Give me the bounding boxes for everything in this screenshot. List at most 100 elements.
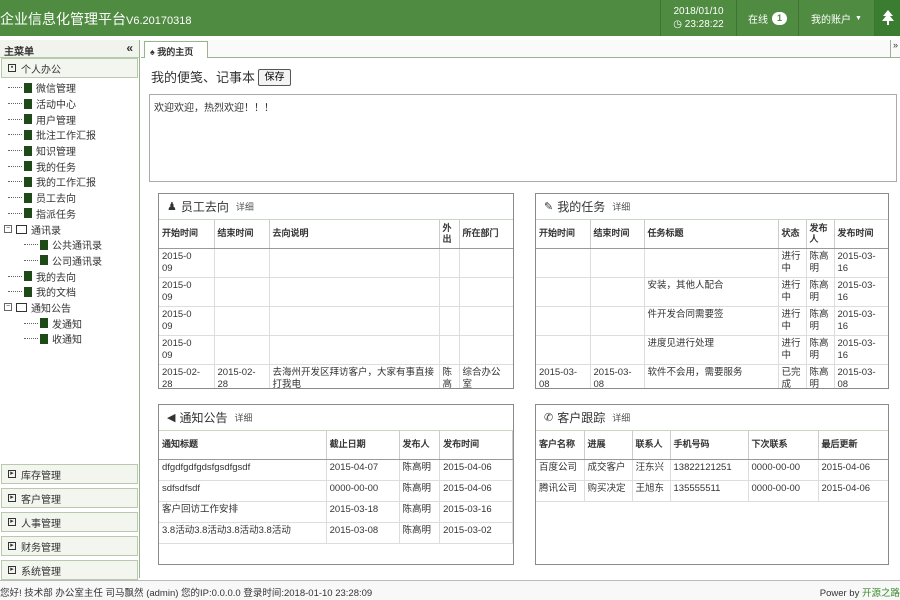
column-header: 任务标题 xyxy=(644,220,779,249)
table-row[interactable]: 件开发合同需要签 进行 中陈高 明 2015-03- 16 xyxy=(536,306,888,336)
memo-textarea[interactable] xyxy=(149,94,897,182)
table-cell xyxy=(269,277,440,307)
user-icon: ♟ xyxy=(167,201,177,213)
table-row[interactable]: 进行 中陈高 明 2015-03- 16 xyxy=(536,248,888,278)
table-cell: 软件不会用，需要服务 xyxy=(644,364,779,388)
table-cell xyxy=(439,248,460,278)
sidebar-item[interactable]: 发通知 xyxy=(4,315,139,331)
table-row[interactable]: 2015-0 09 xyxy=(159,306,513,336)
table-cell: dfgdfgdfgdsfgsdfgsdf xyxy=(159,459,327,481)
table-cell: 去海州开发区拜访客户，大家有事直接打我电 xyxy=(269,364,440,388)
tree-connector xyxy=(8,165,22,167)
document-icon xyxy=(24,192,32,203)
document-icon xyxy=(24,286,32,297)
panel-notices: ◀ 通知公告 详细 通知标题 截止日期 发布人 发布时间 dfgdfgdfgdsfgsdfg… xyxy=(158,404,514,565)
tab-more-button[interactable]: » xyxy=(890,40,900,58)
table-cell: 陈高明 xyxy=(399,459,441,481)
column-header: 发布时间 xyxy=(439,431,513,460)
online-users-button[interactable]: 在线 1 xyxy=(736,0,798,36)
table-row[interactable]: 2015-0 09 xyxy=(159,248,513,278)
sidebar-item[interactable]: 微信管理 xyxy=(4,80,139,96)
accordion-personal-office[interactable]: ▪ 个人办公 xyxy=(1,58,138,78)
sidebar-item[interactable]: 我的任务 xyxy=(4,158,139,174)
expand-toggle-icon[interactable]: − xyxy=(4,303,12,312)
table-row[interactable]: 2015-02- 28 2015-02- 28 去海州开发区拜访客户，大家有事直接打… xyxy=(159,364,513,388)
table-cell: 2015-03-16 xyxy=(439,501,513,523)
table-row[interactable]: 安装，其他人配合 进行 中陈高 明 2015-03- 16 xyxy=(536,277,888,307)
table-row[interactable]: 腾讯公司 购买决定 王旭东 135555511 0000-00-00 2015-04-06 xyxy=(536,480,888,502)
sidebar-item-label: 用户管理 xyxy=(36,115,76,127)
table-header-row: 开始时间 结束时间 去向说明 外出 所在部门 xyxy=(159,220,513,249)
sidebar-item-label: 我的任务 xyxy=(36,162,76,174)
accordion-menu[interactable]: ▸ 人事管理 xyxy=(1,512,138,532)
table-row[interactable]: 2015-0 09 xyxy=(159,277,513,307)
sidebar-item[interactable]: 我的文档 xyxy=(4,284,139,300)
sidebar-item[interactable]: − 通讯录 xyxy=(4,221,139,237)
power-link[interactable]: 开源之路 xyxy=(862,588,900,599)
document-icon xyxy=(40,255,48,266)
table-row[interactable]: 客户回访工作安排 2015-03-18 陈高明 2015-03-16 xyxy=(159,501,513,523)
detail-link[interactable]: 详细 xyxy=(612,411,630,424)
panel-header: ✆ 客户跟踪 详细 xyxy=(536,405,888,431)
document-icon xyxy=(24,114,32,125)
sidebar-item[interactable]: 公共通讯录 xyxy=(4,237,139,253)
online-count-badge: 1 xyxy=(772,11,787,25)
column-header: 联系人 xyxy=(632,431,671,460)
sidebar-item[interactable]: − 通知公告 xyxy=(4,300,139,316)
accordion-menu[interactable]: ▸ 库存管理 xyxy=(1,464,138,484)
table-row[interactable]: 2015-03- 08 2015-03- 08 软件不会用，需要服务 已完 成陈高 明… xyxy=(536,364,888,388)
menu-tree: 微信管理 活动中心用户管理 批注工作汇报 知识管理我的任务 我的工作汇报 员工去向 指派任务… xyxy=(0,78,139,347)
save-button[interactable]: 保存 xyxy=(258,69,291,86)
sidebar-item[interactable]: 公司通讯录 xyxy=(4,253,139,269)
accordion-menu[interactable]: ▸ 客户管理 xyxy=(1,488,138,508)
table-row[interactable]: 2015-0 09 xyxy=(159,335,513,365)
table-row[interactable]: 3.8活动3.8活动3.8活动3.8活动 2015-03-08 陈高明 2015-03… xyxy=(159,522,513,544)
table-row[interactable]: 百度公司 成交客户 汪东兴 13822121251 0000-00-00 2015-04-… xyxy=(536,459,888,481)
app-title-text: 企业信息化管理平台 xyxy=(0,11,126,27)
table-cell: 2015-03- 16 xyxy=(834,335,888,365)
panel-header: ◀ 通知公告 详细 xyxy=(159,405,513,431)
sidebar-item[interactable]: 用户管理 xyxy=(4,111,139,127)
table-cell: 2015-04-06 xyxy=(818,459,888,481)
column-header: 进展 xyxy=(584,431,633,460)
tab-home[interactable]: ♠ 我的主页 xyxy=(144,41,208,58)
account-menu-button[interactable]: 我的账户 ▼ xyxy=(798,0,874,36)
sidebar-item[interactable]: 指派任务 xyxy=(4,206,139,222)
sidebar-item[interactable]: 收通知 xyxy=(4,331,139,347)
collapse-icon[interactable]: « xyxy=(126,41,133,55)
detail-link[interactable]: 详细 xyxy=(612,200,630,213)
tree-connector xyxy=(24,259,38,261)
table-row[interactable]: dfgdfgdfgdsfgsdfgsdf 2015-04-07 陈高明 2015-04… xyxy=(159,459,513,481)
table-row[interactable]: 进度见进行处理 进行 中陈高 明 2015-03- 16 xyxy=(536,335,888,365)
sidebar-item[interactable]: 员工去向 xyxy=(4,190,139,206)
table-cell: sdfsdfsdf xyxy=(159,480,327,502)
table-cell: 陈高 明 xyxy=(439,364,460,388)
sidebar-item[interactable]: 活动中心 xyxy=(4,96,139,112)
tree-connector xyxy=(8,87,22,89)
table-row[interactable]: sdfsdfsdf 0000-00-00 陈高明 2015-04-06 xyxy=(159,480,513,502)
caret-down-icon: ▼ xyxy=(855,14,862,22)
table-cell: 2015-04-07 xyxy=(326,459,400,481)
accordion-menu[interactable]: ▸ 系统管理 xyxy=(1,560,138,580)
table-cell xyxy=(590,248,645,278)
panel-title: 通知公告 xyxy=(179,411,228,425)
expand-square-icon: ▸ xyxy=(8,542,16,550)
column-header: 客户名称 xyxy=(536,431,585,460)
sidebar-item[interactable]: 我的工作汇报 xyxy=(4,174,139,190)
table-cell xyxy=(536,277,591,307)
sidebar-item[interactable]: 知识管理 xyxy=(4,143,139,159)
accordion-menu[interactable]: ▸ 财务管理 xyxy=(1,536,138,556)
table-cell: 综合办公 室 xyxy=(459,364,513,388)
sidebar-item[interactable]: 我的去向 xyxy=(4,268,139,284)
online-label: 在线 xyxy=(748,14,768,26)
detail-link[interactable]: 详细 xyxy=(236,200,254,213)
tree-icon-button[interactable] xyxy=(874,0,900,36)
table-cell: 已完 成 xyxy=(778,364,807,388)
sidebar-item[interactable]: 批注工作汇报 xyxy=(4,127,139,143)
column-header: 通知标题 xyxy=(159,431,327,460)
expand-toggle-icon[interactable]: − xyxy=(4,225,12,234)
sidebar-item-label: 通知公告 xyxy=(31,303,71,315)
datetime-display: 2018/01/10 ◷ 23:28:22 xyxy=(660,0,736,36)
detail-link[interactable]: 详细 xyxy=(234,411,252,424)
tree-connector xyxy=(8,275,22,277)
